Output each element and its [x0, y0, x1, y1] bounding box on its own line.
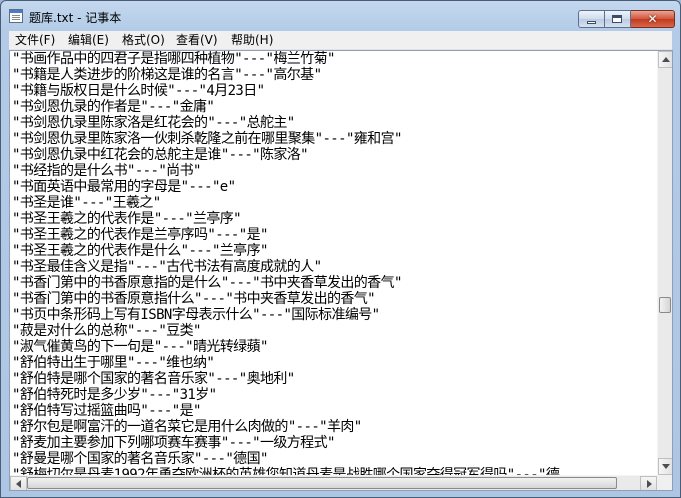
scroll-right-button[interactable] — [640, 476, 657, 490]
text-line: "书经指的是什么书"---"尚书" — [12, 163, 201, 179]
menu-bar: 文件(F) 编辑(E) 格式(O) 查看(V) 帮助(H) — [9, 31, 672, 50]
scroll-down-button[interactable] — [658, 458, 672, 475]
menu-view[interactable]: 查看(V) — [176, 31, 218, 49]
text-line: "书圣王羲之的代表作是"---"兰亭序" — [12, 211, 242, 227]
text-line: "书圣最佳含义是指"---"古代书法有高度成就的人" — [12, 259, 322, 275]
window-title: 题库.txt - 记事本 — [29, 11, 122, 25]
menu-format[interactable]: 格式(O) — [122, 31, 165, 49]
text-line: "舒伯特是哪个国家的著名音乐家"---"奥地利" — [12, 371, 295, 387]
text-content[interactable]: "书画作品中的四君子是指哪四种植物"---"梅兰竹菊" "书籍是人类进步的阶梯这… — [12, 51, 657, 475]
text-line: "舒麦加主要参加下列哪项赛车赛事"---"一级方程式" — [12, 435, 335, 451]
text-line: "书籍与版权日是什么时候"---"4月23日" — [12, 83, 265, 99]
menu-edit[interactable]: 编辑(E) — [68, 31, 109, 49]
arrow-down-icon — [662, 464, 670, 469]
text-line: "书页中条形码上写有ISBN字母表示什么"---"国际标准编号" — [12, 307, 380, 323]
menu-help[interactable]: 帮助(H) — [231, 31, 273, 49]
vertical-scrollbar[interactable] — [657, 51, 672, 475]
text-line: "舒伯特死时是多少岁"---"31岁" — [12, 387, 217, 403]
minimize-icon — [587, 21, 596, 24]
scroll-up-button[interactable] — [658, 51, 672, 68]
text-line: "书面英语中最常用的字母是"---"e" — [12, 179, 236, 195]
scroll-left-button[interactable] — [10, 476, 27, 490]
maximize-button[interactable] — [605, 10, 631, 28]
text-line: "书圣王羲之的代表作是什么"---"兰亭序" — [12, 243, 268, 259]
text-line: "书籍是人类进步的阶梯这是谁的名言"---"高尔基" — [12, 67, 322, 83]
text-line: "舒伯特写过摇篮曲吗"---"是" — [12, 403, 201, 419]
close-icon: ✕ — [647, 12, 658, 26]
maximize-icon — [612, 15, 622, 23]
arrow-up-icon — [662, 57, 670, 62]
text-line: "菽是对什么的总称"---"豆类" — [12, 323, 201, 339]
minimize-button[interactable] — [578, 10, 605, 28]
text-line: "舒伯特出生于哪里"---"维也纳" — [12, 355, 215, 371]
vertical-scroll-thumb[interactable] — [659, 297, 671, 313]
close-button[interactable]: ✕ — [631, 10, 675, 28]
arrow-right-icon — [647, 480, 652, 488]
title-bar[interactable]: 题库.txt - 记事本 ✕ — [1, 1, 680, 31]
horizontal-scroll-thumb[interactable] — [27, 477, 617, 489]
text-line: "舒曼是哪个国家的著名音乐家"---"德国" — [12, 451, 268, 467]
text-line: "舒尔包是啊富汗的一道名菜它是用什么肉做的"---"羊肉" — [12, 419, 362, 435]
text-line: "淑气催黄鸟的下一句是"---"晴光转绿蘋" — [12, 339, 268, 355]
arrow-left-icon — [16, 480, 21, 488]
menu-file[interactable]: 文件(F) — [15, 31, 55, 49]
text-line: "书圣王羲之的代表作是兰亭序吗"---"是" — [12, 227, 268, 243]
scrollbar-corner — [657, 475, 672, 490]
text-line: "书画作品中的四君子是指哪四种植物"---"梅兰竹菊" — [12, 51, 335, 67]
text-line: "书香门第中的书香原意指什么"---"书中夹香草发出的香气" — [12, 291, 376, 307]
text-line: "舒梅切尔是丹麦1992年勇夺欧洲杯的英雄您知道丹麦是战胜哪个国家夺得冠军得吗"… — [12, 467, 560, 475]
text-line: "书圣是谁"---"王羲之" — [12, 195, 161, 211]
notepad-icon[interactable] — [9, 9, 23, 23]
notepad-window: 题库.txt - 记事本 ✕ 文件(F) 编辑(E) 格式(O) 查看(V) 帮… — [0, 0, 681, 498]
text-line: "书剑恩仇录里陈家洛一伙刺杀乾隆之前在哪里聚集"---"雍和宫" — [12, 131, 402, 147]
text-line: "书剑恩仇录的作者是"---"金庸" — [12, 99, 215, 115]
text-line: "书剑恩仇录里陈家洛是红花会的"---"总舵主" — [12, 115, 295, 131]
horizontal-scrollbar[interactable] — [10, 475, 657, 490]
text-editor[interactable]: "书画作品中的四君子是指哪四种植物"---"梅兰竹菊" "书籍是人类进步的阶梯这… — [9, 50, 673, 491]
text-line: "书剑恩仇录中红花会的总舵主是谁"---"陈家洛" — [12, 147, 309, 163]
text-line: "书香门第中的书香原意指的是什么"---"书中夹香草发出的香气" — [12, 275, 402, 291]
